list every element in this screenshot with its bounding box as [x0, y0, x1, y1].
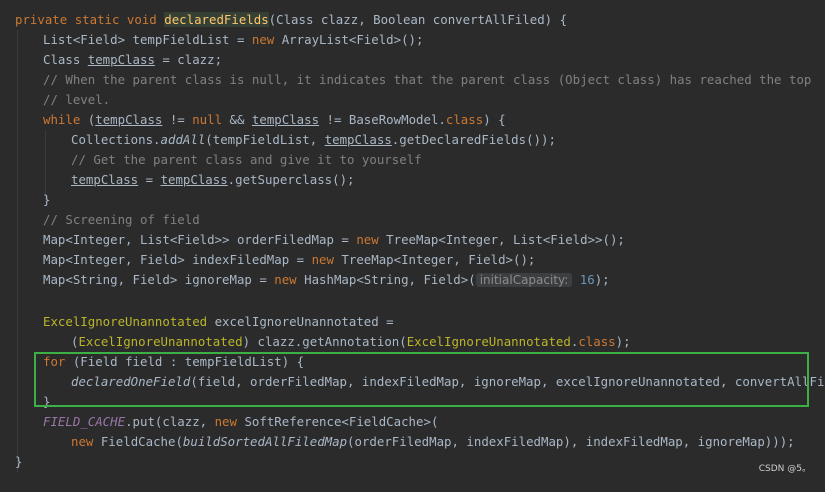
code-line-22[interactable]: new FieldCache(buildSortedAllFiledMap(or…: [71, 432, 795, 452]
code-line-1[interactable]: private static void declaredFields(Class…: [15, 10, 567, 30]
code-token: SoftReference<FieldCache>(: [236, 414, 439, 429]
keyword-token: new: [214, 414, 237, 429]
code-token: (Class clazz, Boolean convertAllFiled) {: [268, 12, 568, 27]
code-token: excelIgnoreUnannotated =: [207, 314, 394, 329]
code-line-11[interactable]: // Screening of field: [43, 210, 200, 230]
code-token: Map<Integer, List<Field>> orderFiledMap …: [43, 232, 357, 247]
code-line-14[interactable]: Map<String, Field> ignoreMap = new HashM…: [43, 270, 610, 290]
keyword-token: null: [192, 112, 223, 127]
static-field-token: FIELD_CACHE: [43, 414, 126, 429]
variable-token: tempClass: [160, 172, 228, 187]
code-token: (tempFieldList,: [205, 132, 325, 147]
code-token: TreeMap<Integer, List<Field>>();: [378, 232, 625, 247]
code-line-13[interactable]: Map<Integer, Field> indexFiledMap = new …: [43, 250, 535, 270]
code-token: );: [594, 272, 610, 287]
keyword-token: new: [356, 232, 379, 247]
keyword-token: new: [311, 252, 334, 267]
parameter-hint: initialCapacity:: [475, 273, 573, 287]
code-line-12[interactable]: Map<Integer, List<Field>> orderFiledMap …: [43, 230, 625, 250]
keyword-token: void: [126, 12, 157, 27]
code-token: !=: [162, 112, 193, 127]
number-token: 16: [579, 272, 595, 287]
variable-token: tempClass: [95, 112, 163, 127]
code-token: FieldCache(: [93, 434, 183, 449]
code-token: != BaseRowModel.: [319, 112, 446, 127]
code-token: (orderFiledMap, indexFiledMap), indexFil…: [347, 434, 795, 449]
code-token: =: [138, 172, 161, 187]
code-editor[interactable]: private static void declaredFields(Class…: [0, 0, 825, 492]
code-line-21[interactable]: FIELD_CACHE.put(clazz, new SoftReference…: [43, 412, 438, 432]
code-line-6[interactable]: while (tempClass != null && tempClass !=…: [43, 110, 506, 130]
code-line-7[interactable]: Collections.addAll(tempFieldList, tempCl…: [71, 130, 556, 150]
type-token: ExcelIgnoreUnannotated: [43, 314, 208, 329]
keyword-token: new: [274, 272, 297, 287]
code-token: TreeMap<Integer, Field>();: [333, 252, 536, 267]
method-call-token: addAll: [160, 132, 206, 147]
code-line-2[interactable]: List<Field> tempFieldList = new ArrayLis…: [43, 30, 423, 50]
variable-token: tempClass: [71, 172, 139, 187]
code-token: (: [80, 112, 96, 127]
keyword-token: private: [15, 12, 68, 27]
code-token: .getDeclaredFields());: [391, 132, 556, 147]
code-line-10[interactable]: }: [43, 190, 50, 210]
method-call-token: buildSortedAllFiledMap: [182, 434, 348, 449]
code-token: HashMap<String, Field>(: [296, 272, 476, 287]
method-name[interactable]: declaredFields: [164, 12, 269, 27]
code-token: Collections.: [71, 132, 161, 147]
code-token: &&: [222, 112, 252, 127]
code-line-9[interactable]: tempClass = tempClass.getSuperclass();: [71, 170, 355, 190]
keyword-token: while: [43, 112, 81, 127]
code-line-3[interactable]: Class tempClass = clazz;: [43, 50, 222, 70]
variable-token: tempClass: [324, 132, 392, 147]
code-token: ) clazz.getAnnotation(: [242, 334, 407, 349]
code-token: List<Field> tempFieldList =: [43, 32, 252, 47]
code-line-5[interactable]: // level.: [43, 90, 110, 110]
keyword-token: class: [445, 112, 484, 127]
code-token: Map<String, Field> ignoreMap =: [43, 272, 275, 287]
keyword-token: new: [71, 434, 94, 449]
keyword-token: static: [74, 12, 120, 27]
code-line-23[interactable]: }: [15, 452, 22, 472]
highlight-box: [34, 352, 809, 407]
code-token: ) {: [483, 112, 506, 127]
code-line-4[interactable]: // When the parent class is null, it ind…: [43, 70, 811, 90]
code-token: Map<Integer, Field> indexFiledMap =: [43, 252, 312, 267]
code-line-17[interactable]: (ExcelIgnoreUnannotated) clazz.getAnnota…: [71, 332, 631, 352]
code-line-8[interactable]: // Get the parent class and give it to y…: [71, 150, 422, 170]
code-line-16[interactable]: ExcelIgnoreUnannotated excelIgnoreUnanno…: [43, 312, 394, 332]
keyword-token: new: [251, 32, 275, 47]
type-token: ExcelIgnoreUnannotated: [78, 334, 243, 349]
variable-token: tempClass: [87, 52, 155, 67]
keyword-token: class: [578, 334, 616, 349]
code-token: .getSuperclass();: [227, 172, 355, 187]
code-token: Class: [43, 52, 88, 67]
type-token: ExcelIgnoreUnannotated: [406, 334, 571, 349]
code-token: .put(clazz,: [125, 414, 215, 429]
code-token: ArrayList<Field>();: [274, 32, 424, 47]
watermark-label: CSDN @5。: [758, 464, 811, 474]
code-token: = clazz;: [154, 52, 223, 67]
variable-token: tempClass: [251, 112, 320, 127]
code-token: );: [615, 334, 631, 349]
indent-guide: [17, 30, 18, 472]
